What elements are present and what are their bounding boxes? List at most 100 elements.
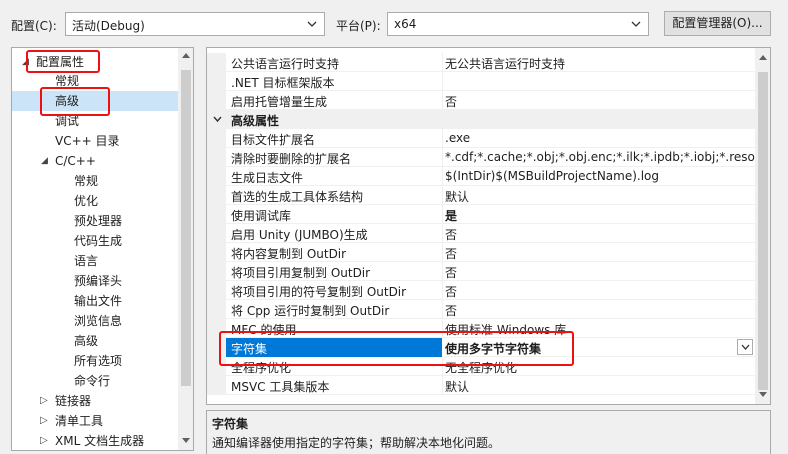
column-divider [442,243,443,262]
property-name: 首选的生成工具体系结构 [231,190,364,204]
expanded-triangle-icon: ◢ [41,156,48,166]
column-divider [442,376,443,395]
tree-root-config-properties[interactable]: ◢ 配置属性 [18,52,178,72]
scroll-up-icon[interactable] [182,52,190,58]
column-divider [442,186,443,205]
property-row[interactable]: 使用调试库 是 [207,205,755,224]
tree-scroll-thumb[interactable] [181,70,191,386]
property-name: 公共语言运行时支持 [231,57,340,71]
tree-item-label: 常规 [74,174,99,188]
description-title: 字符集 [212,417,249,431]
tree-item-label: 代码生成 [74,234,123,248]
grid-scrollbar[interactable] [755,48,770,404]
tree-item-precompiled-headers[interactable]: 预编译头 [12,271,178,291]
column-divider [442,53,443,72]
tree-item-label: 浏览信息 [74,314,123,328]
property-value: 否 [445,247,458,261]
tree-item-preprocessor[interactable]: 预处理器 [12,211,178,231]
property-name: MSVC 工具集版本 [231,380,330,394]
config-manager-button[interactable]: 配置管理器(O)... [664,11,771,36]
collapse-chevron-icon[interactable] [213,116,222,123]
character-set-dropdown-button[interactable] [737,339,753,355]
tree-item-language[interactable]: 语言 [12,251,178,271]
tree-item-manifest-tool[interactable]: ▷ 清单工具 [12,411,178,431]
scroll-down-icon[interactable] [759,392,767,398]
tree-item-xml-doc-generator[interactable]: ▷ XML 文档生成器 [12,431,178,450]
scroll-down-icon[interactable] [182,438,190,444]
property-row[interactable]: 目标文件扩展名 .exe [207,129,755,148]
property-row[interactable]: 清除时要删除的扩展名 *.cdf;*.cache;*.obj;*.obj.enc… [207,148,755,167]
collapsed-triangle-icon: ▷ [40,395,48,406]
property-row[interactable]: 公共语言运行时支持 无公共语言运行时支持 [207,53,755,72]
config-dropdown[interactable]: 活动(Debug) [65,12,325,36]
tree-item-label: C/C++ [55,154,96,168]
property-row-character-set[interactable]: 字符集 使用多字节字符集 [207,338,755,357]
property-row[interactable]: .NET 目标框架版本 [207,72,755,91]
tree-item-vc-directories[interactable]: VC++ 目录 [12,131,178,151]
property-name: MFC 的使用 [231,323,297,337]
tree-item-label: 输出文件 [74,294,123,308]
tree-item-label: 清单工具 [55,414,104,428]
tree-item-cpp[interactable]: ◢ C/C++ [12,151,178,171]
column-divider [442,281,443,300]
tree-item-label: 命令行 [74,374,111,388]
property-row[interactable]: 启用 Unity (JUMBO)生成 否 [207,224,755,243]
tree-item-cpp-advanced[interactable]: 高级 [12,331,178,351]
platform-dropdown[interactable]: x64 [387,12,649,36]
tree-item-all-options[interactable]: 所有选项 [12,351,178,371]
property-row[interactable]: 首选的生成工具体系结构 默认 [207,186,755,205]
tree-item-optimization[interactable]: 优化 [12,191,178,211]
config-label: 配置(C): [11,19,57,33]
tree-item-label: 预编译头 [74,274,123,288]
tree-item-label: 预处理器 [74,214,123,228]
property-grid: 公共语言运行时支持 无公共语言运行时支持 .NET 目标框架版本 启用托管增量生… [206,47,771,405]
property-value: 默认 [445,380,470,394]
row-gutter [207,262,226,281]
row-gutter [207,357,226,376]
chevron-down-icon [307,21,317,27]
property-row[interactable]: 将内容复制到 OutDir 否 [207,243,755,262]
column-divider [442,91,443,110]
property-name: 将 Cpp 运行时复制到 OutDir [231,304,390,318]
tree-item-browse-info[interactable]: 浏览信息 [12,311,178,331]
category-header-advanced-properties[interactable]: 高级属性 [207,110,755,129]
property-name: 将内容复制到 OutDir [231,247,347,261]
row-gutter [207,91,226,110]
row-gutter [207,243,226,262]
property-row[interactable]: MSVC 工具集版本 默认 [207,376,755,395]
column-divider [442,148,443,167]
scroll-up-icon[interactable] [759,54,767,60]
tree-item-label: 高级 [55,94,80,108]
property-row[interactable]: 将项目引用的符号复制到 OutDir 否 [207,281,755,300]
property-row[interactable]: 将 Cpp 运行时复制到 OutDir 否 [207,300,755,319]
category-name: 高级属性 [231,114,280,128]
chevron-down-icon [631,21,641,27]
row-gutter [207,72,226,91]
tree-item-label: VC++ 目录 [55,134,120,148]
property-row[interactable]: 将项目引用复制到 OutDir 否 [207,262,755,281]
tree-item-debugging[interactable]: 调试 [12,111,178,131]
tree-item-command-line[interactable]: 命令行 [12,371,178,391]
property-row[interactable]: 全程序优化 无全程序优化 [207,357,755,376]
tree-item-linker[interactable]: ▷ 链接器 [12,391,178,411]
tree-item-output-files[interactable]: 输出文件 [12,291,178,311]
grid-scroll-thumb[interactable] [758,72,768,390]
property-value: .exe [445,131,471,145]
column-divider [442,300,443,319]
property-value: 无全程序优化 [445,361,518,375]
column-divider [442,205,443,224]
column-divider [442,224,443,243]
tree-item-code-generation[interactable]: 代码生成 [12,231,178,251]
tree-item-general[interactable]: 常规 [12,71,178,91]
tree-item-label: 所有选项 [74,354,123,368]
tree-scrollbar[interactable] [178,48,193,450]
property-row[interactable]: 生成日志文件 $(IntDir)$(MSBuildProjectName).lo… [207,167,755,186]
expanded-triangle-icon: ◢ [22,57,29,67]
tree-item-advanced[interactable]: 高级 [12,91,178,111]
property-row[interactable]: 启用托管增量生成 否 [207,91,755,110]
property-name: 启用托管增量生成 [231,95,328,109]
tree-root-label: 配置属性 [36,55,85,69]
row-gutter [207,167,226,186]
property-row[interactable]: MFC 的使用 使用标准 Windows 库 [207,319,755,338]
tree-item-cpp-general[interactable]: 常规 [12,171,178,191]
